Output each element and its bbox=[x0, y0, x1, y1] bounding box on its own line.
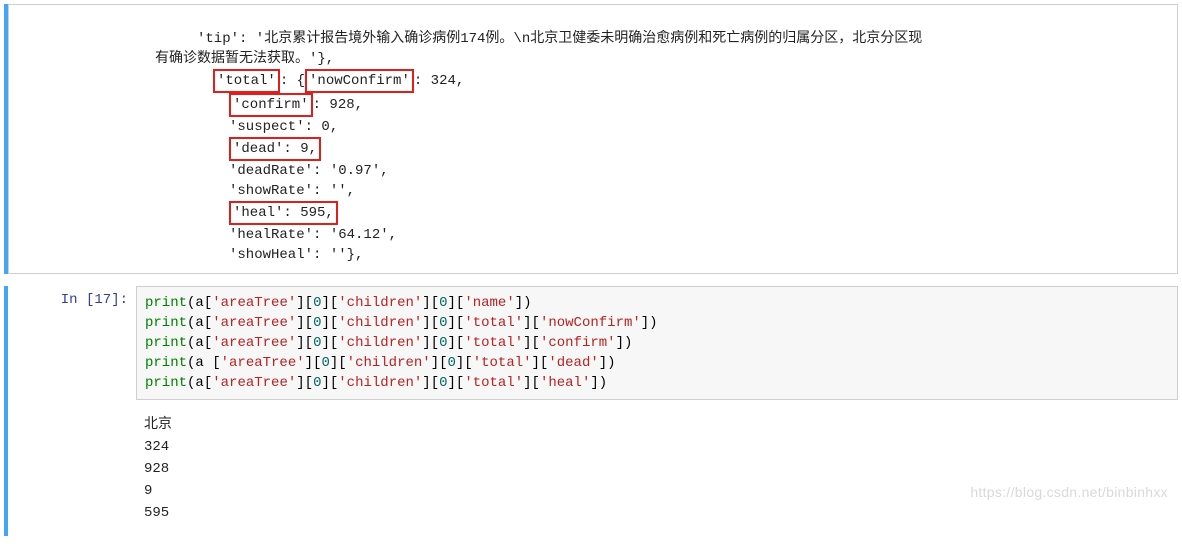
output-prompt-spacer bbox=[8, 410, 136, 416]
input-row: In [17]: print(a['areaTree'][0]['childre… bbox=[8, 286, 1178, 400]
heal-line: 'heal': 595, bbox=[17, 205, 338, 221]
nowconfirm-val: : 324, bbox=[414, 73, 464, 89]
healrate-line: 'healRate': '64.12', bbox=[17, 227, 397, 243]
showheal-line: 'showHeal': ''}, bbox=[17, 247, 363, 263]
code-line-5: print(a['areaTree'][0]['children'][0]['t… bbox=[145, 375, 607, 391]
code-line-3: print(a['areaTree'][0]['children'][0]['t… bbox=[145, 335, 632, 351]
out-line-4: 9 bbox=[144, 483, 152, 499]
total-key-highlight: 'total' bbox=[213, 69, 280, 93]
out-line-5: 595 bbox=[144, 505, 169, 521]
code-line-1: print(a['areaTree'][0]['children'][0]['n… bbox=[145, 295, 532, 311]
stdout-output: 北京 324 928 9 595 bbox=[136, 410, 1178, 536]
upper-output-cell: 'tip': '北京累计报告境外输入确诊病例174例。\n北京卫健委未明确治愈病… bbox=[4, 4, 1178, 274]
showrate-line: 'showRate': '', bbox=[17, 183, 355, 199]
output-code-block: 'tip': '北京累计报告境外输入确诊病例174例。\n北京卫健委未明确治愈病… bbox=[17, 9, 1169, 265]
tip-line-1: 'tip': '北京累计报告境外输入确诊病例174例。\n北京卫健委未明确治愈病… bbox=[17, 31, 922, 47]
out-line-1: 北京 bbox=[144, 417, 172, 433]
out-line-3: 928 bbox=[144, 461, 169, 477]
deadrate-line: 'deadRate': '0.97', bbox=[17, 163, 389, 179]
total-line: 'total': {'nowConfirm': 324, bbox=[17, 73, 464, 89]
out-line-2: 324 bbox=[144, 439, 169, 455]
code-line-4: print(a ['areaTree'][0]['children'][0]['… bbox=[145, 355, 616, 371]
confirm-line: 'confirm': 928, bbox=[17, 97, 363, 113]
dead-key-highlight: 'dead': 9, bbox=[229, 137, 321, 161]
code-input-area[interactable]: print(a['areaTree'][0]['children'][0]['n… bbox=[136, 286, 1178, 400]
input-prompt: In [17]: bbox=[8, 286, 136, 308]
code-line-2: print(a['areaTree'][0]['children'][0]['t… bbox=[145, 315, 658, 331]
heal-key-highlight: 'heal': 595, bbox=[229, 201, 338, 225]
confirm-val: : 928, bbox=[313, 97, 363, 113]
tip-line-2: 有确诊数据暂无法获取。'}, bbox=[17, 51, 334, 67]
output-row: 北京 324 928 9 595 bbox=[8, 410, 1178, 536]
dead-line: 'dead': 9, bbox=[17, 141, 321, 157]
nowconfirm-key-highlight: 'nowConfirm' bbox=[305, 69, 414, 93]
output-scroll-area[interactable]: 'tip': '北京累计报告境外输入确诊病例174例。\n北京卫健委未明确治愈病… bbox=[8, 4, 1178, 274]
input-output-cell: In [17]: print(a['areaTree'][0]['childre… bbox=[4, 286, 1178, 536]
confirm-key-highlight: 'confirm' bbox=[229, 93, 313, 117]
suspect-line: 'suspect': 0, bbox=[17, 119, 338, 135]
